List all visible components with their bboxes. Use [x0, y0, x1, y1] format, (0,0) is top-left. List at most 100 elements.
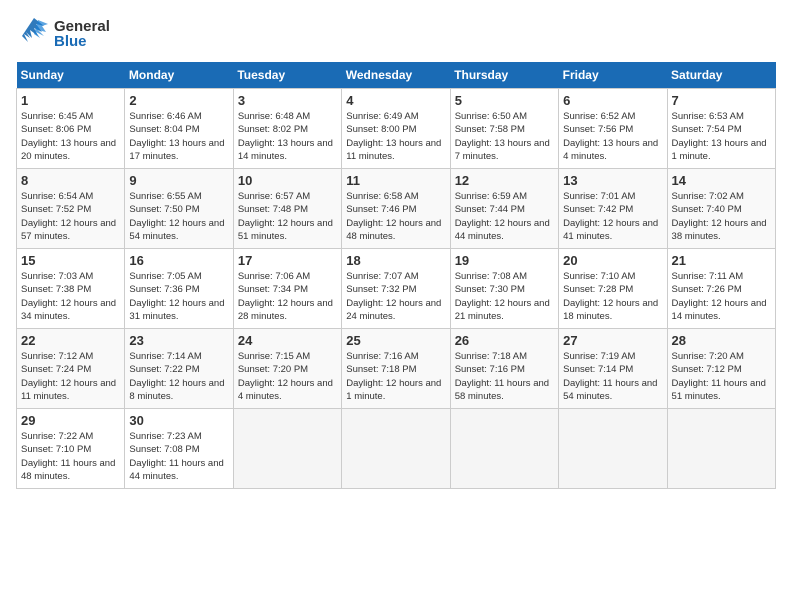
calendar-week-4: 22 Sunrise: 7:12 AMSunset: 7:24 PMDayligh…	[17, 329, 776, 409]
cell-content: Sunrise: 7:12 AMSunset: 7:24 PMDaylight:…	[21, 350, 120, 403]
cell-content: Sunrise: 7:01 AMSunset: 7:42 PMDaylight:…	[563, 190, 662, 243]
cell-content: Sunrise: 6:59 AMSunset: 7:44 PMDaylight:…	[455, 190, 554, 243]
calendar-cell	[342, 409, 450, 489]
day-number: 13	[563, 173, 662, 188]
day-number: 23	[129, 333, 228, 348]
col-header-monday: Monday	[125, 62, 233, 89]
calendar-cell: 21Sunrise: 7:11 AMSunset: 7:26 PMDayligh…	[667, 249, 775, 329]
day-number: 8	[21, 173, 120, 188]
calendar-cell: 19 Sunrise: 7:08 AMSunset: 7:30 PMDayligh…	[450, 249, 558, 329]
calendar-cell: 4 Sunrise: 6:49 AMSunset: 8:00 PMDaylight…	[342, 89, 450, 169]
day-number: 29	[21, 413, 120, 428]
cell-content: Sunrise: 6:52 AMSunset: 7:56 PMDaylight:…	[563, 110, 662, 163]
cell-content: Sunrise: 6:49 AMSunset: 8:00 PMDaylight:…	[346, 110, 445, 163]
cell-content: Sunrise: 6:57 AMSunset: 7:48 PMDaylight:…	[238, 190, 337, 243]
col-header-saturday: Saturday	[667, 62, 775, 89]
header: General Blue	[16, 16, 776, 52]
calendar-header-row: SundayMondayTuesdayWednesdayThursdayFrid…	[17, 62, 776, 89]
col-header-friday: Friday	[559, 62, 667, 89]
calendar-cell: 5 Sunrise: 6:50 AMSunset: 7:58 PMDaylight…	[450, 89, 558, 169]
col-header-wednesday: Wednesday	[342, 62, 450, 89]
calendar-cell: 12 Sunrise: 6:59 AMSunset: 7:44 PMDayligh…	[450, 169, 558, 249]
day-number: 26	[455, 333, 554, 348]
cell-content: Sunrise: 7:07 AMSunset: 7:32 PMDaylight:…	[346, 270, 445, 323]
day-number: 17	[238, 253, 337, 268]
calendar-table: SundayMondayTuesdayWednesdayThursdayFrid…	[16, 62, 776, 489]
calendar-cell: 7 Sunrise: 6:53 AMSunset: 7:54 PMDaylight…	[667, 89, 775, 169]
calendar-cell: 29 Sunrise: 7:22 AMSunset: 7:10 PMDayligh…	[17, 409, 125, 489]
calendar-cell: 17 Sunrise: 7:06 AMSunset: 7:34 PMDayligh…	[233, 249, 341, 329]
calendar-cell: 2 Sunrise: 6:46 AMSunset: 8:04 PMDaylight…	[125, 89, 233, 169]
calendar-cell: 9Sunrise: 6:55 AMSunset: 7:50 PMDaylight…	[125, 169, 233, 249]
calendar-cell: 18 Sunrise: 7:07 AMSunset: 7:32 PMDayligh…	[342, 249, 450, 329]
logo: General Blue	[16, 16, 110, 52]
calendar-cell: 22 Sunrise: 7:12 AMSunset: 7:24 PMDayligh…	[17, 329, 125, 409]
cell-content: Sunrise: 6:53 AMSunset: 7:54 PMDaylight:…	[672, 110, 771, 163]
day-number: 12	[455, 173, 554, 188]
day-number: 10	[238, 173, 337, 188]
calendar-cell: 20 Sunrise: 7:10 AMSunset: 7:28 PMDayligh…	[559, 249, 667, 329]
cell-content: Sunrise: 7:03 AMSunset: 7:38 PMDaylight:…	[21, 270, 120, 323]
calendar-cell	[233, 409, 341, 489]
col-header-thursday: Thursday	[450, 62, 558, 89]
day-number: 5	[455, 93, 554, 108]
calendar-cell: 14Sunrise: 7:02 AMSunset: 7:40 PMDayligh…	[667, 169, 775, 249]
cell-content: Sunrise: 7:19 AMSunset: 7:14 PMDaylight:…	[563, 350, 662, 403]
day-number: 15	[21, 253, 120, 268]
calendar-cell: 16 Sunrise: 7:05 AMSunset: 7:36 PMDayligh…	[125, 249, 233, 329]
day-number: 24	[238, 333, 337, 348]
calendar-week-5: 29 Sunrise: 7:22 AMSunset: 7:10 PMDayligh…	[17, 409, 776, 489]
cell-content: Sunrise: 6:50 AMSunset: 7:58 PMDaylight:…	[455, 110, 554, 163]
day-number: 18	[346, 253, 445, 268]
day-number: 11	[346, 173, 445, 188]
col-header-sunday: Sunday	[17, 62, 125, 89]
cell-content: Sunrise: 7:05 AMSunset: 7:36 PMDaylight:…	[129, 270, 228, 323]
cell-content: Sunrise: 6:58 AMSunset: 7:46 PMDaylight:…	[346, 190, 445, 243]
calendar-cell: 27 Sunrise: 7:19 AMSunset: 7:14 PMDayligh…	[559, 329, 667, 409]
cell-content: Sunrise: 7:20 AMSunset: 7:12 PMDaylight:…	[672, 350, 771, 403]
cell-content: Sunrise: 7:10 AMSunset: 7:28 PMDaylight:…	[563, 270, 662, 323]
calendar-cell: 8Sunrise: 6:54 AMSunset: 7:52 PMDaylight…	[17, 169, 125, 249]
day-number: 27	[563, 333, 662, 348]
cell-content: Sunrise: 7:22 AMSunset: 7:10 PMDaylight:…	[21, 430, 120, 483]
cell-content: Sunrise: 6:55 AMSunset: 7:50 PMDaylight:…	[129, 190, 228, 243]
day-number: 25	[346, 333, 445, 348]
day-number: 22	[21, 333, 120, 348]
cell-content: Sunrise: 7:18 AMSunset: 7:16 PMDaylight:…	[455, 350, 554, 403]
calendar-cell: 24 Sunrise: 7:15 AMSunset: 7:20 PMDayligh…	[233, 329, 341, 409]
col-header-tuesday: Tuesday	[233, 62, 341, 89]
day-number: 21	[672, 253, 771, 268]
calendar-cell: 3Sunrise: 6:48 AMSunset: 8:02 PMDaylight…	[233, 89, 341, 169]
day-number: 7	[672, 93, 771, 108]
cell-content: Sunrise: 6:48 AMSunset: 8:02 PMDaylight:…	[238, 110, 337, 163]
calendar-cell: 13 Sunrise: 7:01 AMSunset: 7:42 PMDayligh…	[559, 169, 667, 249]
calendar-cell: 26 Sunrise: 7:18 AMSunset: 7:16 PMDayligh…	[450, 329, 558, 409]
calendar-week-3: 15 Sunrise: 7:03 AMSunset: 7:38 PMDayligh…	[17, 249, 776, 329]
cell-content: Sunrise: 7:02 AMSunset: 7:40 PMDaylight:…	[672, 190, 771, 243]
cell-content: Sunrise: 7:15 AMSunset: 7:20 PMDaylight:…	[238, 350, 337, 403]
day-number: 19	[455, 253, 554, 268]
day-number: 1	[21, 93, 120, 108]
calendar-cell: 30 Sunrise: 7:23 AMSunset: 7:08 PMDayligh…	[125, 409, 233, 489]
calendar-cell: 23 Sunrise: 7:14 AMSunset: 7:22 PMDayligh…	[125, 329, 233, 409]
day-number: 4	[346, 93, 445, 108]
cell-content: Sunrise: 7:14 AMSunset: 7:22 PMDaylight:…	[129, 350, 228, 403]
cell-content: Sunrise: 6:45 AMSunset: 8:06 PMDaylight:…	[21, 110, 120, 163]
day-number: 16	[129, 253, 228, 268]
calendar-cell	[667, 409, 775, 489]
cell-content: Sunrise: 7:23 AMSunset: 7:08 PMDaylight:…	[129, 430, 228, 483]
calendar-cell: 28Sunrise: 7:20 AMSunset: 7:12 PMDayligh…	[667, 329, 775, 409]
day-number: 30	[129, 413, 228, 428]
cell-content: Sunrise: 7:16 AMSunset: 7:18 PMDaylight:…	[346, 350, 445, 403]
calendar-week-1: 1 Sunrise: 6:45 AMSunset: 8:06 PMDaylight…	[17, 89, 776, 169]
cell-content: Sunrise: 7:06 AMSunset: 7:34 PMDaylight:…	[238, 270, 337, 323]
calendar-cell: 11 Sunrise: 6:58 AMSunset: 7:46 PMDayligh…	[342, 169, 450, 249]
cell-content: Sunrise: 7:08 AMSunset: 7:30 PMDaylight:…	[455, 270, 554, 323]
calendar-week-2: 8Sunrise: 6:54 AMSunset: 7:52 PMDaylight…	[17, 169, 776, 249]
day-number: 6	[563, 93, 662, 108]
calendar-cell	[450, 409, 558, 489]
day-number: 20	[563, 253, 662, 268]
calendar-cell: 25 Sunrise: 7:16 AMSunset: 7:18 PMDayligh…	[342, 329, 450, 409]
day-number: 2	[129, 93, 228, 108]
cell-content: Sunrise: 6:46 AMSunset: 8:04 PMDaylight:…	[129, 110, 228, 163]
